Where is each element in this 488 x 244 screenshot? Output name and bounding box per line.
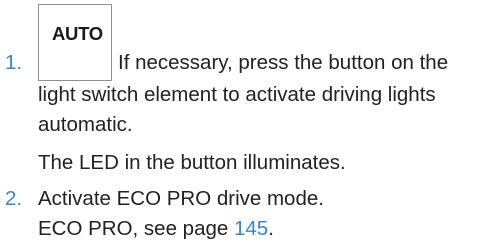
step-2-text: Activate ECO PRO drive mode.	[38, 187, 324, 210]
auto-button-label: AUTO	[52, 23, 103, 44]
auto-button-icon: AUTO	[38, 4, 112, 81]
page-link[interactable]: 145	[234, 217, 268, 240]
reference-prefix: ECO PRO, see page	[38, 217, 234, 240]
step-1-text-line-3: automatic.	[38, 113, 133, 136]
step-1-note: The LED in the button illuminates.	[38, 151, 346, 174]
step-2-reference: ECO PRO, see page 145.	[38, 214, 274, 244]
reference-suffix: .	[268, 217, 274, 240]
step-1-text-line-1: If necessary, press the button on the	[118, 51, 449, 74]
step-2-number: 2.	[5, 187, 23, 210]
step-1-text-line-2: light switch element to activate driving…	[38, 83, 436, 106]
step-1-number: 1.	[5, 51, 23, 74]
